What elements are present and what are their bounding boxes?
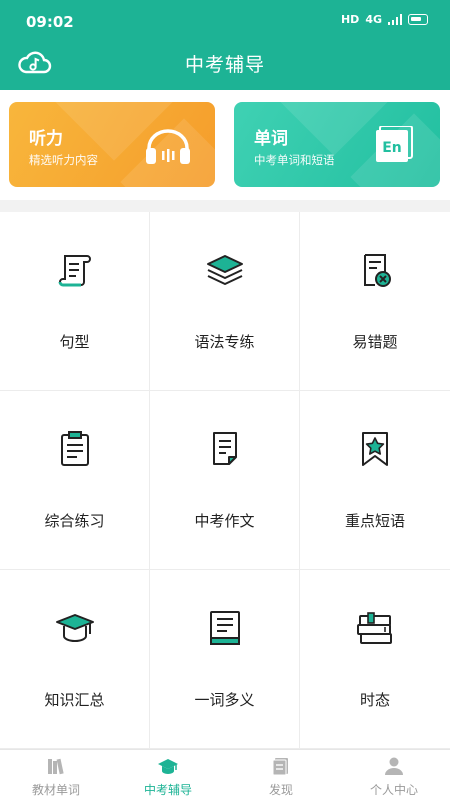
grid-item-tenses[interactable]: 时态 <box>300 570 450 749</box>
clipboard-icon <box>61 431 89 466</box>
words-card[interactable]: 单词 中考单词和短语 En <box>234 102 440 187</box>
english-badge: En <box>382 140 402 156</box>
tab-profile[interactable]: 个人中心 <box>338 750 450 800</box>
grid-item-label: 中考作文 <box>194 512 255 530</box>
book-stack-icon <box>357 612 392 644</box>
signal-icon <box>388 14 402 25</box>
grid-item-label: 重点短语 <box>344 512 405 530</box>
grid-item-label: 语法专练 <box>194 333 255 351</box>
hd-indicator: HD <box>340 13 360 26</box>
grid-item-label: 句型 <box>59 333 90 351</box>
grid-item-key-phrases[interactable]: 重点短语 <box>300 391 450 570</box>
listening-subtitle: 精选听力内容 <box>29 153 98 167</box>
graduation-cap-icon <box>158 759 178 774</box>
grid-item-practice[interactable]: 综合练习 <box>0 391 150 570</box>
tab-label: 中考辅导 <box>143 783 192 797</box>
grid-item-label: 一词多义 <box>194 691 255 709</box>
grid-item-label: 时态 <box>359 691 390 709</box>
tab-label: 教材单词 <box>31 783 80 797</box>
book-icon <box>210 611 240 645</box>
document-icon <box>213 432 237 465</box>
nav-bar: 中考辅导 <box>0 40 450 90</box>
section-divider <box>0 200 450 212</box>
tab-label: 个人中心 <box>369 783 418 797</box>
tab-discover[interactable]: 发现 <box>225 750 337 800</box>
grid-item-label: 综合练习 <box>44 512 105 530</box>
error-doc-icon <box>364 254 391 287</box>
english-book-icon: En <box>376 126 413 162</box>
feature-grid: 句型 语法专练 易错题 综合练习 中考作文 重点短语 知识汇总 一词多义 时态 <box>0 212 450 749</box>
grid-item-label: 易错题 <box>352 333 398 351</box>
grid-item-knowledge[interactable]: 知识汇总 <box>0 570 150 749</box>
listening-title: 听力 <box>29 129 63 149</box>
tab-label: 发现 <box>268 783 293 797</box>
app-header: 09:02 HD 4G 中考辅导 <box>0 0 450 90</box>
tab-textbook-words[interactable]: 教材单词 <box>0 750 112 800</box>
status-time: 09:02 <box>26 13 74 31</box>
grid-item-mistakes[interactable]: 易错题 <box>300 212 450 391</box>
words-title: 单词 <box>254 129 288 149</box>
bookmark-star-icon <box>362 432 388 466</box>
banner-area: 听力 精选听力内容 单词 中考单词和短语 En <box>0 90 450 200</box>
page-title: 中考辅导 <box>184 54 265 76</box>
grid-item-label: 知识汇总 <box>44 691 105 709</box>
network-indicator: 4G <box>365 13 382 26</box>
grid-item-composition[interactable]: 中考作文 <box>150 391 300 570</box>
graduation-cap-icon <box>56 614 94 642</box>
books-icon <box>48 758 64 775</box>
status-indicators: HD 4G <box>341 13 428 26</box>
grid-item-sentence-patterns[interactable]: 句型 <box>0 212 150 391</box>
document-icon <box>272 758 288 776</box>
grid-item-grammar[interactable]: 语法专练 <box>150 212 300 391</box>
listening-card[interactable]: 听力 精选听力内容 <box>9 102 215 187</box>
user-icon <box>385 757 403 775</box>
bottom-tab-bar: 教材单词 中考辅导 发现 个人中心 <box>0 749 450 800</box>
scroll-icon <box>58 255 92 287</box>
grid-item-polysemy[interactable]: 一词多义 <box>150 570 300 749</box>
status-bar: 09:02 HD 4G <box>0 0 450 40</box>
layers-icon <box>207 255 243 285</box>
headphones-icon <box>146 129 190 164</box>
tab-exam-tutoring[interactable]: 中考辅导 <box>112 750 224 800</box>
words-subtitle: 中考单词和短语 <box>254 153 335 167</box>
battery-icon <box>408 14 428 25</box>
